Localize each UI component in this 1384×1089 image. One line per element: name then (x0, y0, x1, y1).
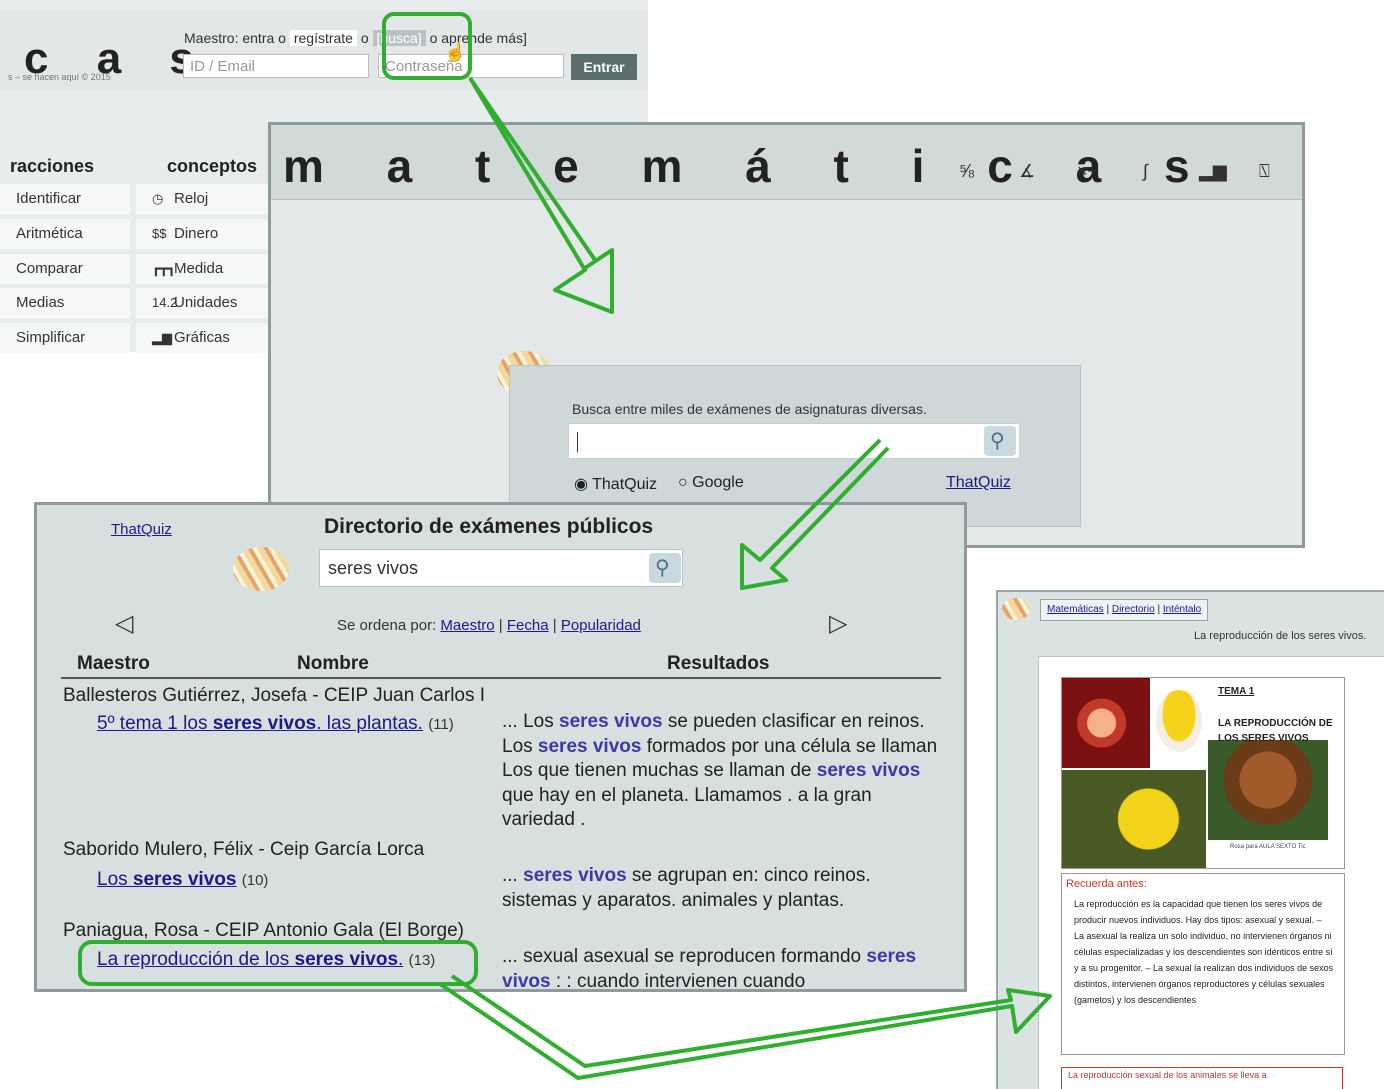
annotation-overlay (78, 12, 1052, 1080)
highlight-busca-box (382, 12, 472, 80)
arrow-to-search (468, 76, 614, 314)
highlight-quiz-link (78, 940, 478, 986)
arrow-to-preview (438, 974, 1052, 1080)
arrow-to-directory (740, 438, 890, 590)
